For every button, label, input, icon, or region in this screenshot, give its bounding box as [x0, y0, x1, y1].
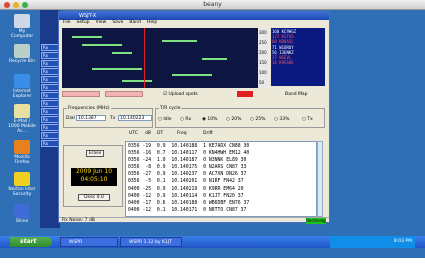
decoded-row: 0356 -19 0.9 10.140188 1 KE7ADX CN88 30 [128, 144, 250, 149]
upload-spots-checkbox[interactable]: ☑ Upload spots [163, 92, 198, 97]
wsjt-window: WSJT-X File Setup View Save Band Help 30… [58, 11, 330, 224]
rbx-item[interactable]: Rx [41, 76, 59, 83]
tr-cycle-group: T/R cycle ○ Idle ○ Rx ◉ 10% ○ 20% ○ 25% … [155, 106, 325, 128]
decoded-row: 0400 -12 0.9 10.140114 0 K1JT FN20 37 [128, 193, 244, 199]
taskbar: start WSPR WSPR 1.12 by K1JT 8:03 PM [0, 236, 425, 248]
taskbar-button-wspr[interactable]: WSPR [60, 237, 118, 247]
rbx-item[interactable]: Rx [41, 68, 59, 75]
col-db: dB [145, 131, 151, 136]
rbx-item[interactable]: Rx [41, 132, 59, 139]
system-tray: 8:03 PM [330, 236, 415, 248]
rbx-item[interactable]: Rx [41, 44, 59, 51]
menu-band[interactable]: Band [129, 20, 141, 26]
rbx-item[interactable]: Rx [41, 60, 59, 67]
menu-setup[interactable]: Setup [77, 20, 90, 26]
waterfall-display[interactable] [62, 28, 258, 88]
window-title: beany [203, 1, 222, 8]
mac-window-bar: beany [0, 0, 425, 10]
taskbar-button-wspr-version[interactable]: WSPR 1.12 by K1JT [120, 237, 182, 247]
desktop-icon-email[interactable]: E-Mail / 1000 Mobile Ac... [8, 104, 36, 134]
desktop-icon-my-computer[interactable]: My Computer [8, 14, 36, 39]
tx-indicator [237, 91, 253, 97]
band-map-list: 168 KC9HGZ 127 K2TAS 88 KD8AIL 71 W1ORUY… [271, 28, 325, 86]
menu-save[interactable]: Save [112, 20, 123, 26]
decoded-row: 0356 -24 1.0 10.140187 0 N3NNK EL89 30 [128, 158, 247, 164]
rbx-item[interactable]: Rx [41, 52, 59, 59]
rbx-item[interactable]: Rx [41, 84, 59, 91]
tr-radio-10[interactable]: ◉ 10% [202, 117, 217, 122]
frequency-scale: 300 250 200 150 100 50 [258, 28, 270, 88]
rbx-item[interactable]: Rx [41, 100, 59, 107]
decoded-row: 0356 -27 0.9 10.140237 0 AC7XN DN26 37 [128, 172, 247, 178]
tx-slider[interactable] [105, 91, 143, 97]
decoded-row: 0400 -12 0.1 10.140171 0 N8TTO CN87 37 [128, 207, 247, 213]
col-utc: UTC [129, 131, 138, 136]
erase-button[interactable]: Erase [86, 150, 104, 157]
decoded-row: 0356 -8 0.9 10.140175 0 N2ARS CN87 33 [128, 165, 247, 171]
page-bottom-margin [0, 258, 425, 270]
rbx-item[interactable]: Rx [41, 108, 59, 115]
tr-radio-idle[interactable]: ○ Idle [158, 117, 172, 122]
clock-panel: Erase 2009 Jun 10 04:05:10 Dsec 0.0 [63, 145, 123, 207]
decoded-row: 0400 -17 0.6 10.140188 0 WB6DBF EN76 37 [128, 200, 250, 206]
desktop-icon-recycle-bin[interactable]: Recycle Bin [8, 44, 36, 64]
menu-file[interactable]: File [63, 20, 71, 26]
start-button[interactable]: start [10, 237, 52, 247]
desktop-icon-firefox[interactable]: Mozilla Firefox [8, 140, 36, 165]
tr-radio-20[interactable]: ○ 20% [226, 117, 241, 122]
app-title-bar: WSJT-X [59, 12, 329, 20]
rx-noise-label: Rx Noise: 7 dB [62, 218, 95, 223]
decoded-row: 0356 -16 0.7 10.140117 0 KN4HWH EM12 40 [128, 151, 250, 157]
col-drift: Drift [203, 131, 213, 136]
rbx-item[interactable]: Rx [41, 116, 59, 123]
status-bar: Rx Noise: 7 dB Receiving [59, 217, 329, 224]
band-map-label: Band Map [285, 92, 308, 97]
tr-radio-25[interactable]: ○ 25% [250, 117, 265, 122]
decoded-row: 0400 -25 0.9 10.140219 0 K9RR EM64 20 [128, 186, 244, 192]
decoded-messages-list: 0356 -19 0.9 10.140188 1 KE7ADX CN88 30 … [125, 141, 317, 217]
desktop-icon-ie[interactable]: Internet Explorer [8, 74, 36, 99]
decoded-row: 0356 -5 0.1 10.140201 0 N1RF FN42 37 [128, 179, 244, 185]
frequencies-group: Frequencies (MHz) Dial 10.1387 Tx 10.140… [63, 106, 153, 128]
menu-help[interactable]: Help [147, 20, 157, 26]
rbx-item[interactable]: Rx [41, 140, 59, 147]
dsec-button[interactable]: Dsec 0.0 [78, 194, 110, 201]
receiving-indicator: Receiving [306, 218, 326, 224]
tr-radio-33[interactable]: ○ 33% [274, 117, 289, 122]
rx-slider[interactable] [62, 91, 100, 97]
rbx-item[interactable]: Rx [41, 92, 59, 99]
desktop-icon-norton[interactable]: Norton Inter Security [8, 172, 36, 197]
clock-display: 2009 Jun 10 04:05:10 [71, 168, 117, 186]
col-dt: DT [157, 131, 164, 136]
rbx-item[interactable]: Rx [41, 124, 59, 131]
menu-bar: File Setup View Save Band Help [59, 20, 329, 26]
dial-frequency-input[interactable]: 10.1387 [76, 115, 106, 121]
desktop-icon-shine[interactable]: Shine [8, 204, 36, 224]
tr-radio-rx[interactable]: ○ Rx [180, 117, 191, 122]
tr-radio-tx[interactable]: ○ Tx [302, 117, 313, 122]
decoded-scrollbar[interactable] [317, 141, 323, 217]
tray-clock[interactable]: 8:03 PM [394, 239, 412, 244]
band-map-row: 16 K9SSKE [272, 60, 294, 66]
col-freq: Freq [177, 131, 187, 136]
menu-view[interactable]: View [96, 20, 107, 26]
tx-frequency-input[interactable]: 10.140223 [118, 115, 152, 121]
